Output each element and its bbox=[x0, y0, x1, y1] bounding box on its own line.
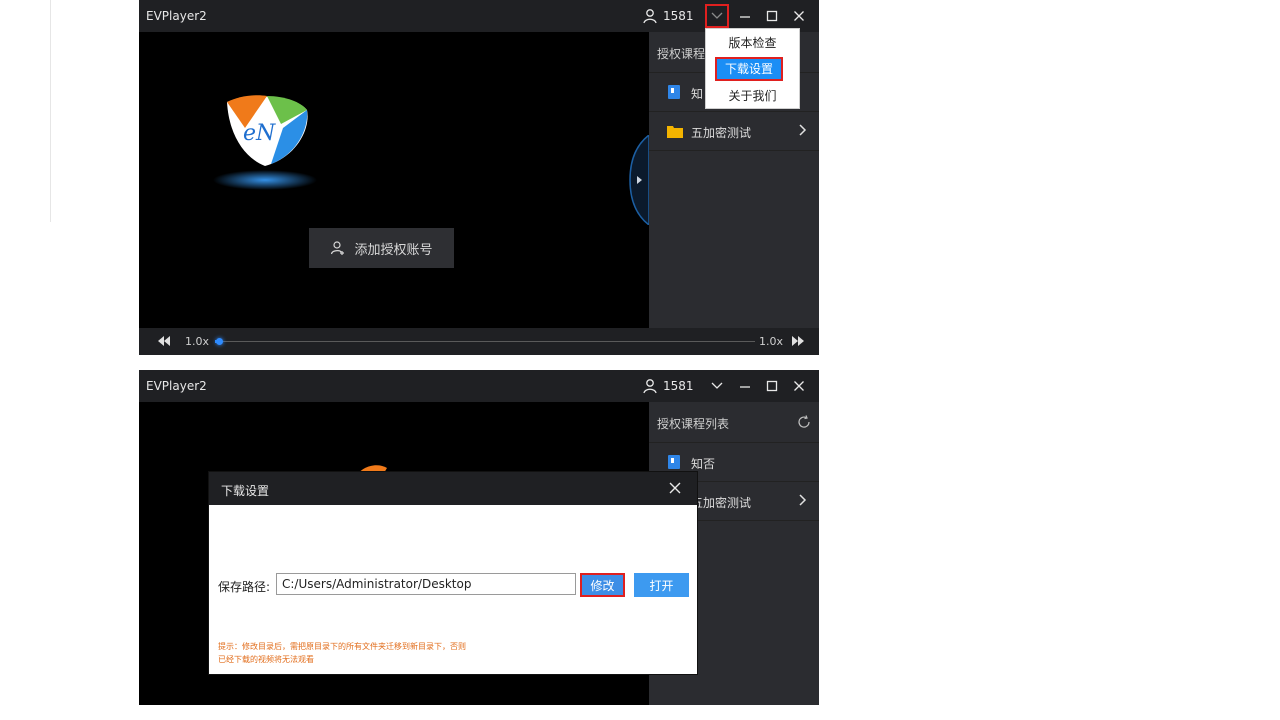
video-area[interactable]: eN 添加授权账号 bbox=[139, 32, 649, 328]
modify-button[interactable]: 修改 bbox=[580, 573, 625, 597]
maximize-button[interactable] bbox=[760, 4, 784, 28]
folder-label: 五加密测试 bbox=[691, 496, 752, 510]
progress-track[interactable] bbox=[215, 340, 755, 343]
panel-title: 授权课程列表 bbox=[657, 417, 730, 431]
tip-text: 提示：修改目录后，需把原目录下的所有文件夹迁移到新目录下，否则 已经下载的视频将… bbox=[218, 640, 466, 666]
maximize-icon bbox=[766, 10, 778, 22]
book-icon bbox=[668, 455, 680, 469]
maximize-button[interactable] bbox=[760, 374, 784, 398]
menu-item-download-settings[interactable]: 下载设置 bbox=[715, 57, 783, 81]
dropdown-menu: 版本检查 下载设置 关于我们 bbox=[705, 28, 800, 109]
save-path-input[interactable] bbox=[276, 573, 576, 595]
chevron-right-icon bbox=[799, 124, 807, 136]
close-icon[interactable] bbox=[667, 480, 683, 496]
course-label: 知否 bbox=[691, 457, 716, 471]
close-icon bbox=[794, 381, 804, 391]
ev-logo-icon: eN bbox=[213, 95, 317, 190]
close-icon bbox=[794, 11, 804, 21]
open-button[interactable]: 打开 bbox=[634, 573, 689, 597]
close-button[interactable] bbox=[787, 374, 811, 398]
list-item-folder[interactable]: 五加密测试 bbox=[649, 112, 819, 151]
refresh-icon[interactable] bbox=[797, 415, 811, 429]
app-title: EVPlayer2 bbox=[146, 9, 207, 23]
menu-dropdown-button[interactable] bbox=[705, 4, 729, 28]
user-icon[interactable] bbox=[642, 378, 658, 394]
folder-icon bbox=[667, 126, 683, 138]
book-icon bbox=[668, 85, 680, 99]
save-path-label: 保存路径: bbox=[218, 580, 271, 594]
add-account-button[interactable]: 添加授权账号 bbox=[309, 228, 454, 268]
folder-label: 五加密测试 bbox=[691, 126, 752, 140]
user-icon[interactable] bbox=[642, 8, 658, 24]
rewind-icon[interactable] bbox=[157, 335, 171, 347]
dialog-header: 下载设置 bbox=[209, 472, 697, 505]
panel-title: 授权课程 bbox=[657, 47, 706, 61]
maximize-icon bbox=[766, 380, 778, 392]
app-title: EVPlayer2 bbox=[146, 379, 207, 393]
speed-label-left[interactable]: 1.0x bbox=[185, 335, 209, 348]
progress-knob[interactable] bbox=[216, 338, 223, 345]
minimize-icon bbox=[740, 386, 750, 388]
page-divider bbox=[50, 0, 51, 222]
menu-dropdown-button[interactable] bbox=[705, 374, 729, 398]
add-account-label: 添加授权账号 bbox=[354, 242, 433, 258]
dialog-title: 下载设置 bbox=[221, 484, 270, 498]
tip-line-1: 提示：修改目录后，需把原目录下的所有文件夹迁移到新目录下，否则 bbox=[218, 642, 466, 651]
tip-line-2: 已经下载的视频将无法观看 bbox=[218, 655, 314, 664]
playback-bar: 1.0x 1.0x bbox=[139, 328, 819, 355]
course-label: 知 bbox=[691, 87, 704, 101]
panel-toggle-tab[interactable] bbox=[628, 135, 649, 225]
menu-item-about-us[interactable]: 关于我们 bbox=[706, 84, 799, 108]
download-settings-dialog: 下载设置 保存路径: 修改 打开 提示：修改目录后，需把原目录下的所有文件夹迁移… bbox=[209, 472, 697, 674]
minimize-button[interactable] bbox=[733, 4, 757, 28]
close-button[interactable] bbox=[787, 4, 811, 28]
fast-forward-icon[interactable] bbox=[791, 335, 805, 347]
user-count: 1581 bbox=[663, 9, 694, 23]
menu-item-version-check[interactable]: 版本检查 bbox=[706, 31, 799, 55]
user-count: 1581 bbox=[663, 379, 694, 393]
add-user-icon bbox=[331, 241, 345, 255]
panel-header: 授权课程列表 bbox=[649, 402, 819, 443]
chevron-down-icon bbox=[711, 12, 723, 19]
minimize-button[interactable] bbox=[733, 374, 757, 398]
speed-label-right[interactable]: 1.0x bbox=[759, 335, 783, 348]
title-bar: EVPlayer2 1581 bbox=[139, 370, 819, 402]
chevron-down-icon bbox=[711, 382, 723, 389]
svg-text:eN: eN bbox=[243, 121, 276, 146]
minimize-icon bbox=[740, 16, 750, 18]
chevron-right-icon bbox=[799, 494, 807, 506]
